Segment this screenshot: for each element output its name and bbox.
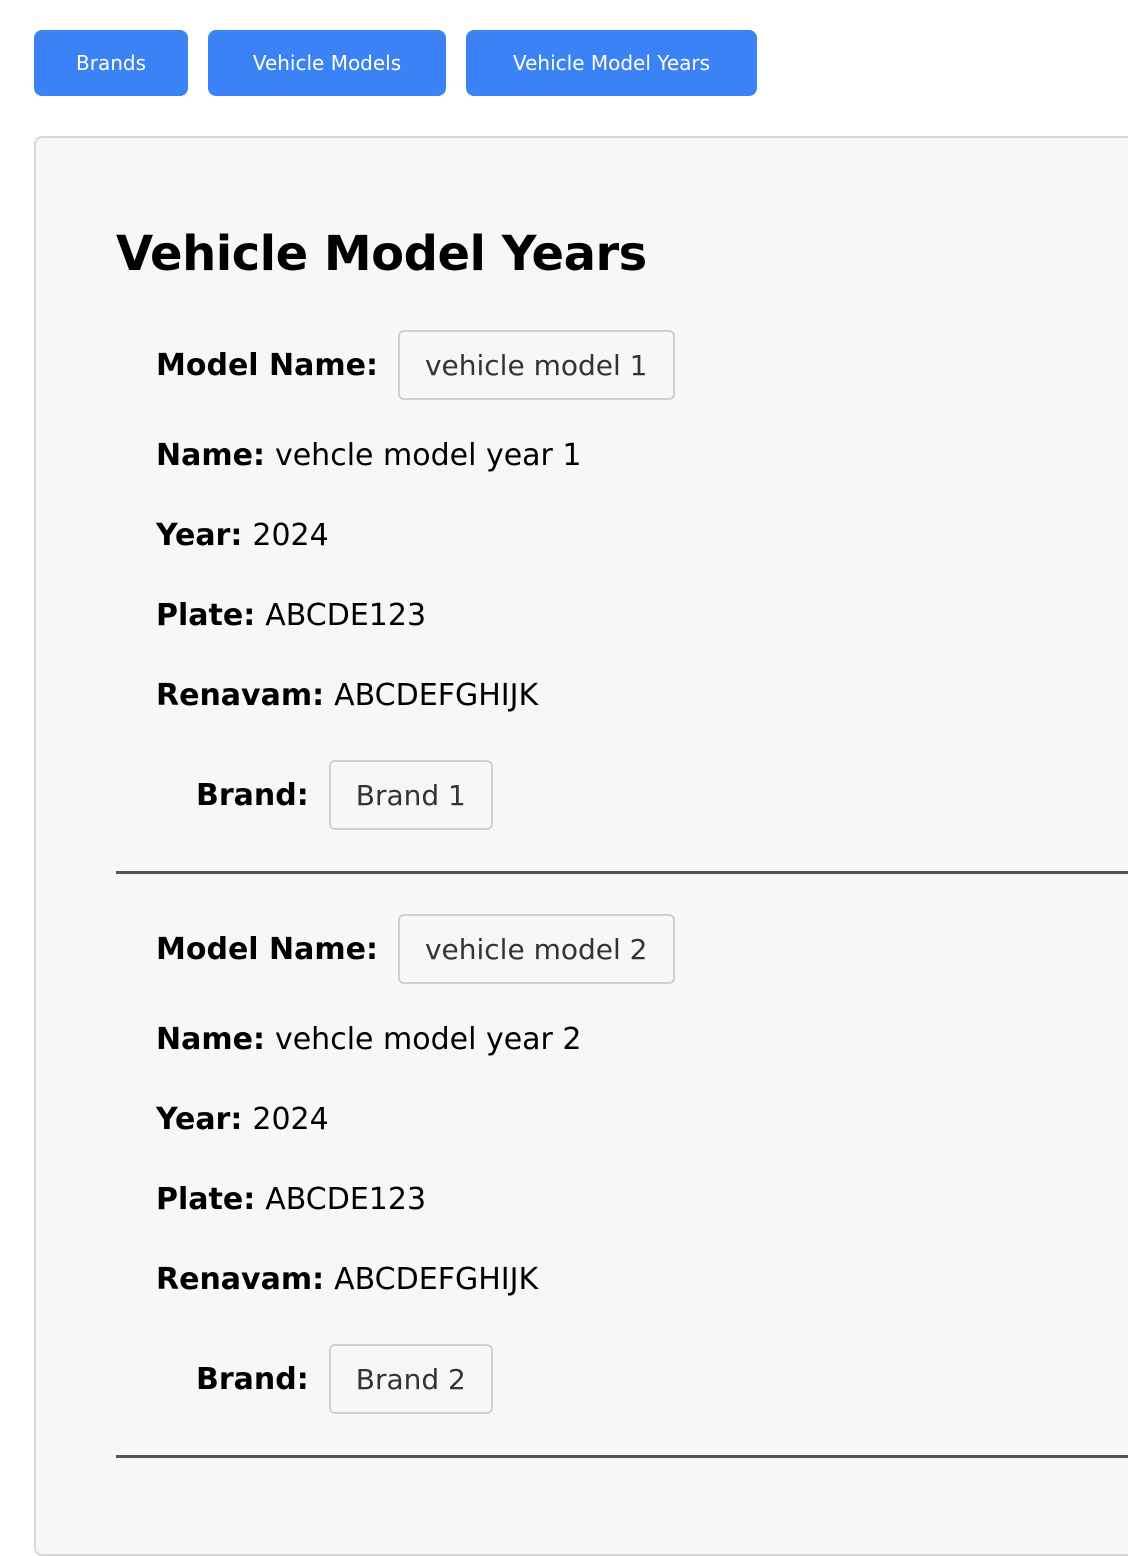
year-label: Year: <box>156 1102 243 1137</box>
model-name-row: Model Name: vehicle model 2 <box>156 914 675 984</box>
name-label: Name: <box>156 438 265 473</box>
brand-label: Brand: <box>196 777 309 813</box>
renavam-value: ABCDEFGHIJK <box>334 1262 539 1297</box>
name-value: vehcle model year 2 <box>274 1022 582 1057</box>
content-panel: Vehicle Model Years Model Name: vehicle … <box>34 136 1128 1556</box>
plate-row: Plate: ABCDE123 <box>156 1182 426 1217</box>
page-title: Vehicle Model Years <box>116 226 647 282</box>
brand-row: Brand: Brand 1 <box>196 760 493 830</box>
year-value: 2024 <box>252 1102 329 1137</box>
model-name-label: Model Name: <box>156 347 378 383</box>
renavam-value: ABCDEFGHIJK <box>334 678 539 713</box>
plate-value: ABCDE123 <box>265 598 427 633</box>
plate-value: ABCDE123 <box>265 1182 427 1217</box>
year-label: Year: <box>156 518 243 553</box>
plate-label: Plate: <box>156 1182 256 1217</box>
top-navigation: Brands Vehicle Models Vehicle Model Year… <box>34 30 757 96</box>
renavam-label: Renavam: <box>156 678 325 713</box>
renavam-label: Renavam: <box>156 1262 325 1297</box>
name-value: vehcle model year 1 <box>274 438 582 473</box>
record-divider <box>116 871 1128 874</box>
nav-brands-button[interactable]: Brands <box>34 30 188 96</box>
plate-label: Plate: <box>156 598 256 633</box>
model-name-button[interactable]: vehicle model 1 <box>397 330 675 400</box>
record-divider <box>116 1455 1128 1458</box>
model-name-label: Model Name: <box>156 931 378 967</box>
year-row: Year: 2024 <box>156 1102 329 1137</box>
plate-row: Plate: ABCDE123 <box>156 598 426 633</box>
model-name-row: Model Name: vehicle model 1 <box>156 330 675 400</box>
renavam-row: Renavam: ABCDEFGHIJK <box>156 1262 538 1297</box>
brand-button[interactable]: Brand 1 <box>328 760 493 830</box>
year-row: Year: 2024 <box>156 518 329 553</box>
name-label: Name: <box>156 1022 265 1057</box>
name-row: Name: vehcle model year 2 <box>156 1022 582 1057</box>
model-name-button[interactable]: vehicle model 2 <box>397 914 675 984</box>
renavam-row: Renavam: ABCDEFGHIJK <box>156 678 538 713</box>
name-row: Name: vehcle model year 1 <box>156 438 582 473</box>
nav-vehicle-model-years-button[interactable]: Vehicle Model Years <box>466 30 757 96</box>
nav-vehicle-models-button[interactable]: Vehicle Models <box>208 30 446 96</box>
year-value: 2024 <box>252 518 329 553</box>
brand-label: Brand: <box>196 1361 309 1397</box>
brand-row: Brand: Brand 2 <box>196 1344 493 1414</box>
brand-button[interactable]: Brand 2 <box>328 1344 493 1414</box>
